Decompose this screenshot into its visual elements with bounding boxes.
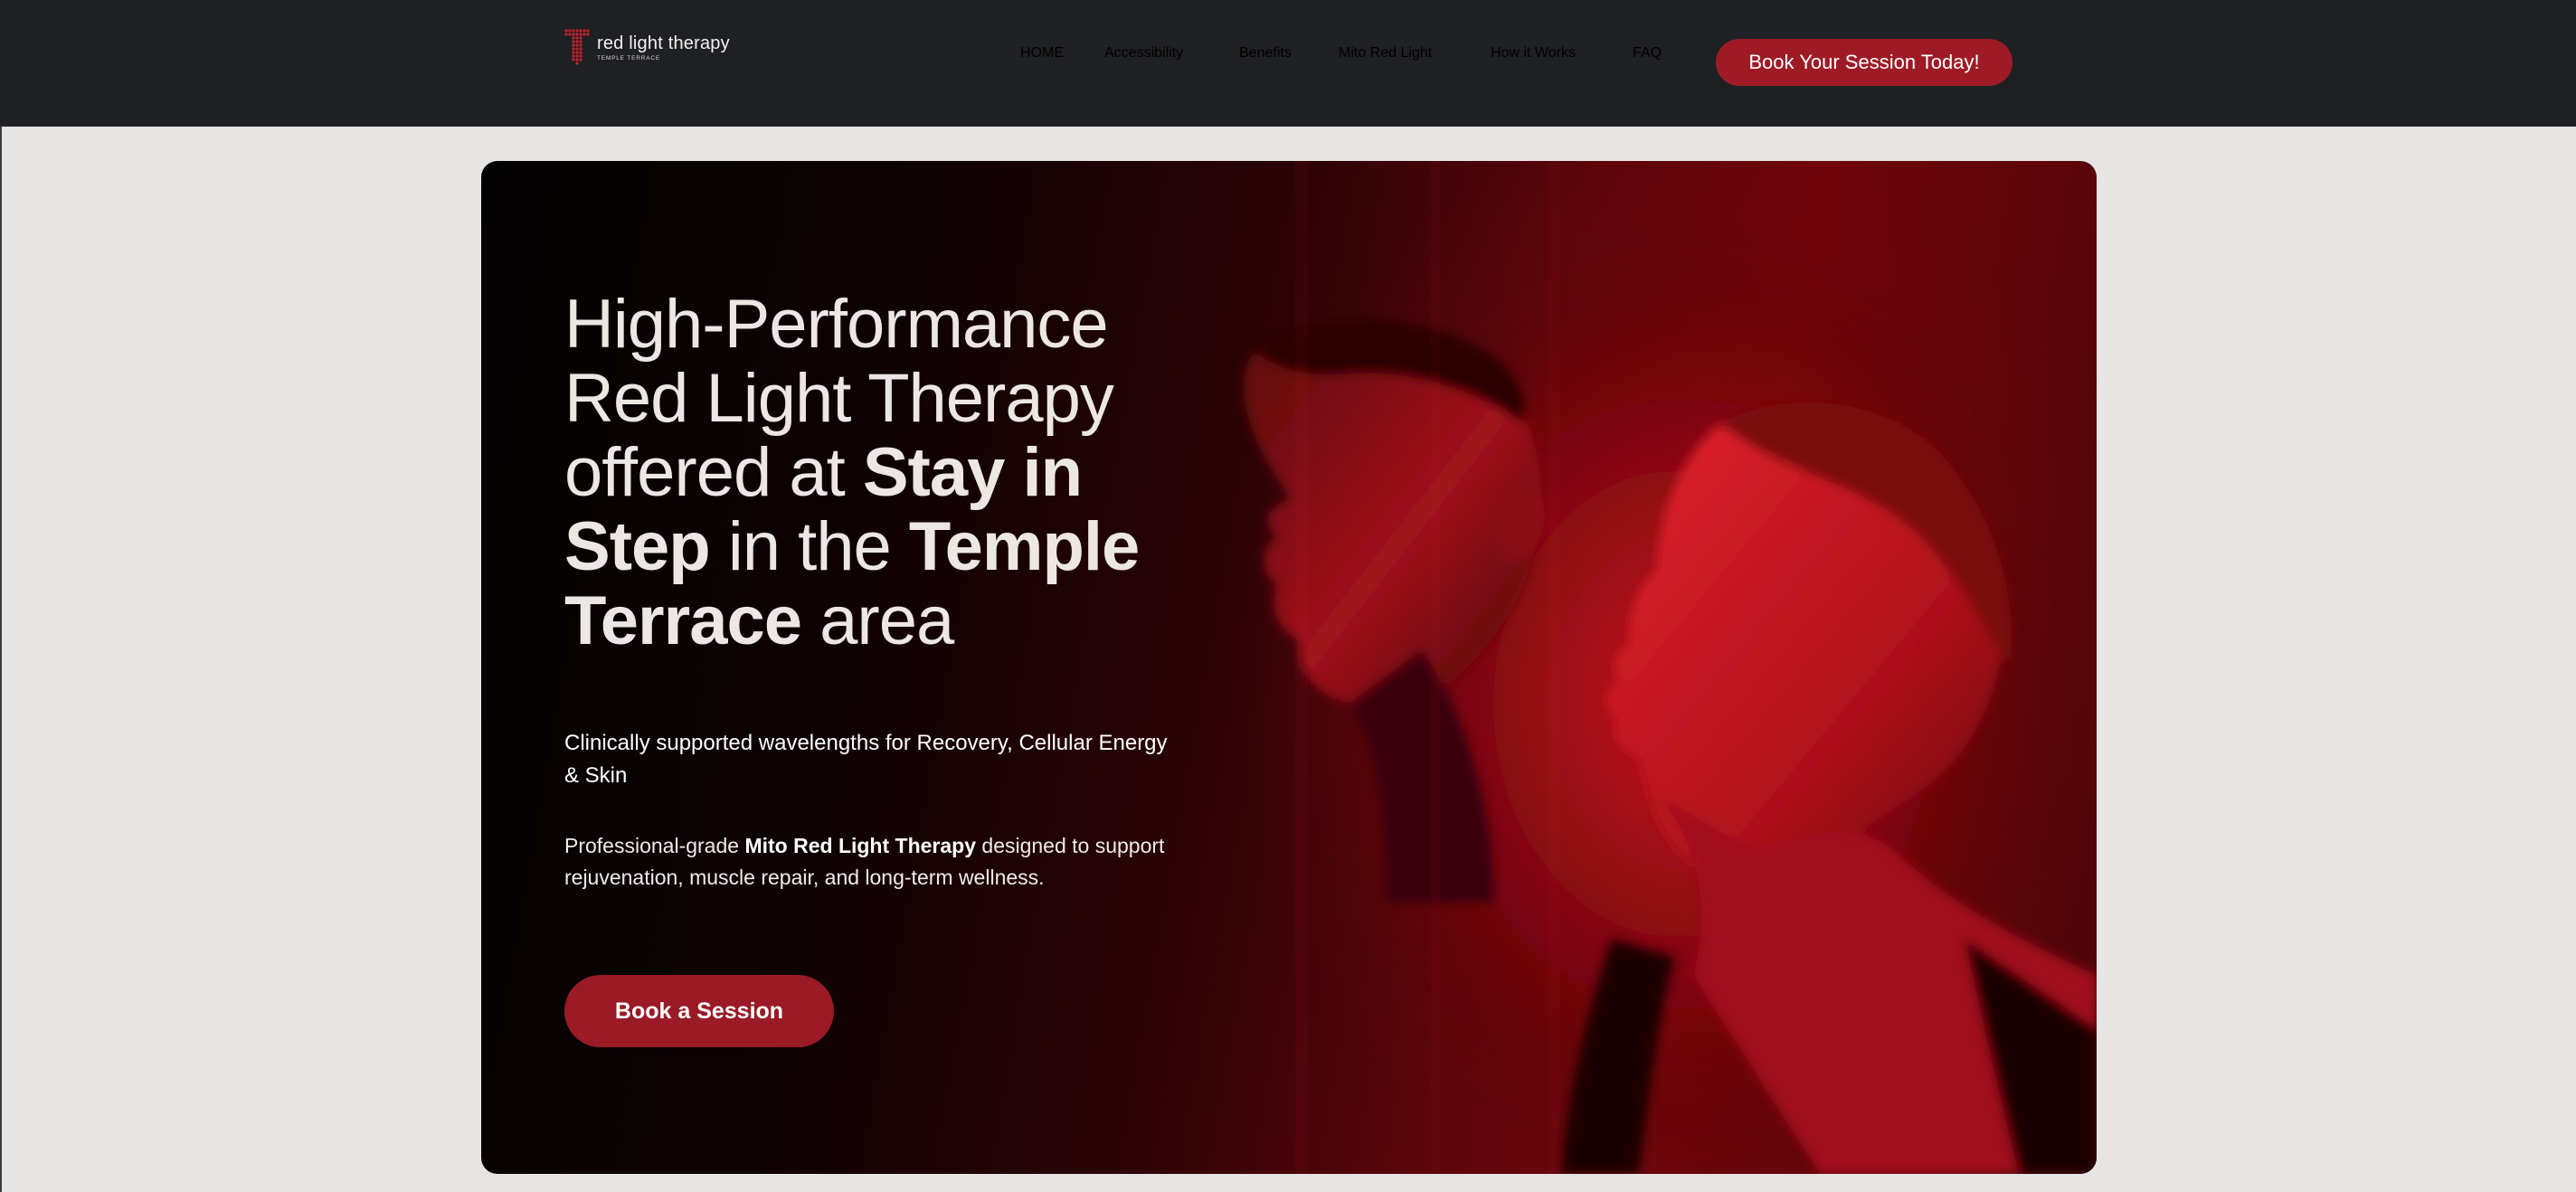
nav-item-accessibility[interactable]: Accessibility: [1104, 45, 1183, 61]
logo-dot-grid-icon: [564, 29, 590, 65]
book-session-today-button[interactable]: Book Your Session Today!: [1716, 39, 2012, 86]
book-a-session-button[interactable]: Book a Session: [564, 975, 834, 1047]
body-product-name: Mito Red Light Therapy: [744, 834, 977, 857]
nav-item-mito-red-light[interactable]: Mito Red Light: [1339, 45, 1432, 61]
nav-item-home[interactable]: HOME: [1020, 45, 1064, 61]
nav-item-faq[interactable]: FAQ: [1633, 45, 1662, 61]
headline-part-2: in the: [709, 508, 909, 585]
site-logo[interactable]: red light therapy TEMPLE TERRACE: [564, 29, 730, 67]
hero-body-text: Professional-grade Mito Red Light Therap…: [564, 830, 1179, 894]
window-edge: [0, 0, 2, 1192]
logo-location: TEMPLE TERRACE: [597, 55, 660, 61]
logo-text: red light therapy TEMPLE TERRACE: [597, 34, 730, 61]
nav-item-how-it-works[interactable]: How it Works: [1491, 45, 1576, 61]
site-header: red light therapy TEMPLE TERRACE HOME Ac…: [0, 0, 2576, 127]
hero-section: High-Performance Red Light Therapy offer…: [481, 161, 2097, 1174]
headline-part-3: area: [801, 582, 954, 659]
hero-subheading: Clinically supported wavelengths for Rec…: [564, 731, 1168, 788]
hero-headline: High-Performance Red Light Therapy offer…: [564, 288, 1198, 658]
body-prefix: Professional-grade: [564, 834, 745, 857]
nav-item-benefits[interactable]: Benefits: [1239, 45, 1292, 61]
logo-brand-name: red light therapy: [597, 33, 730, 53]
